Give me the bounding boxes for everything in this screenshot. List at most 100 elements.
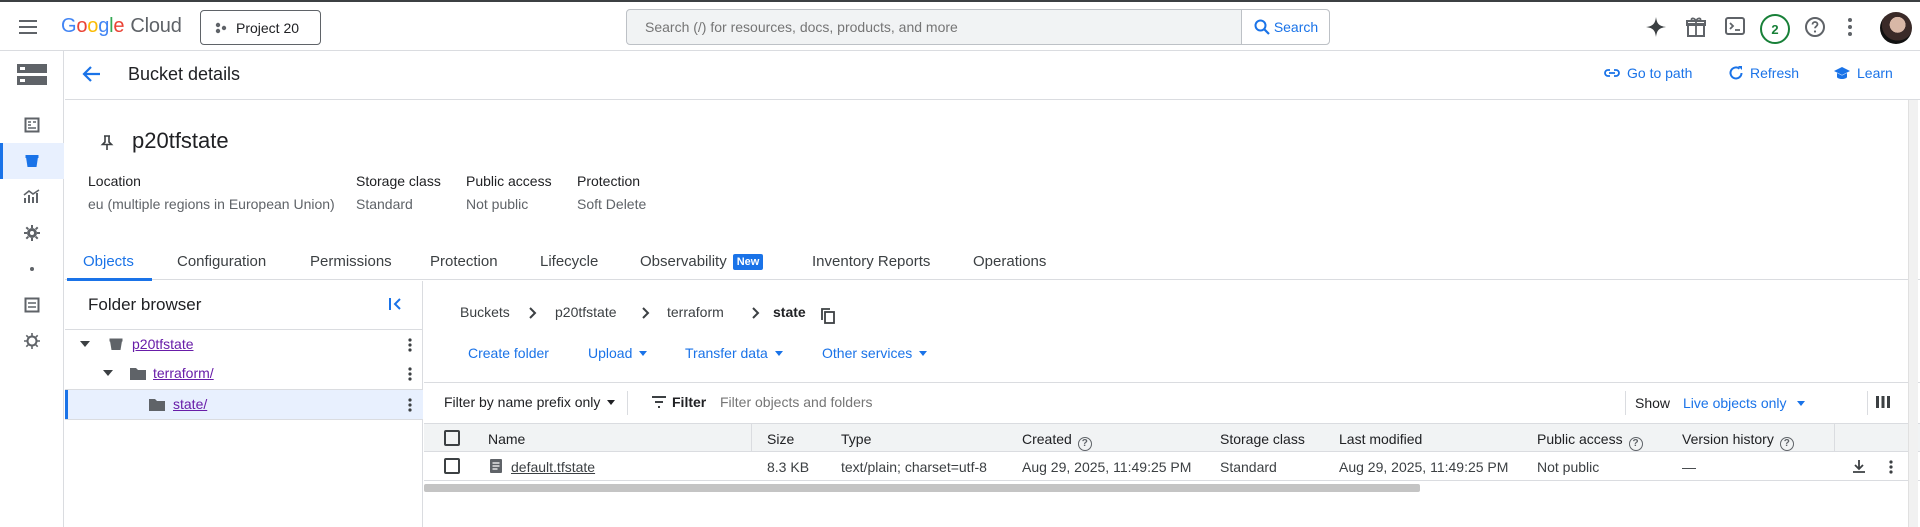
project-icon (214, 21, 228, 35)
horizontal-scrollbar[interactable] (424, 484, 1420, 492)
tab-permissions[interactable]: Permissions (310, 253, 392, 280)
notifications-badge[interactable]: 2 (1760, 14, 1790, 44)
overview-icon[interactable] (0, 107, 64, 143)
breadcrumb-buckets[interactable]: Buckets (460, 304, 510, 320)
search-icon (1253, 18, 1271, 36)
settings-gear-icon[interactable] (0, 215, 64, 251)
help-icon[interactable]: ? (1077, 437, 1092, 451)
cloud-storage-product-icon[interactable] (0, 57, 64, 93)
meta-value-public-access: Not public (466, 196, 529, 212)
buckets-icon[interactable] (0, 143, 64, 179)
tab-observability-label: Observability (640, 253, 727, 270)
meta-value-location: eu (multiple regions in European Union) (88, 196, 335, 212)
project-picker-button[interactable]: Project 20 (200, 10, 321, 45)
col-version-history[interactable]: Version history? (1682, 431, 1794, 451)
inventory-icon[interactable] (0, 287, 64, 323)
download-icon[interactable] (1852, 459, 1866, 473)
create-folder-button[interactable]: Create folder (468, 345, 549, 361)
more-vert-icon[interactable] (407, 337, 413, 353)
release-notes-icon[interactable] (0, 323, 64, 359)
help-icon[interactable]: ? (1628, 437, 1643, 451)
more-vert-icon[interactable] (1846, 15, 1854, 39)
show-select[interactable]: Live objects only (1683, 395, 1805, 411)
copy-icon[interactable] (821, 308, 835, 324)
tab-operations[interactable]: Operations (973, 253, 1046, 280)
chevron-right-icon (529, 307, 537, 319)
tree-link-bucket[interactable]: p20tfstate (132, 336, 194, 352)
tree-item-state[interactable]: state/ (65, 389, 423, 419)
tab-protection[interactable]: Protection (430, 253, 498, 280)
row-checkbox[interactable] (444, 458, 460, 474)
column-display-icon[interactable] (1875, 395, 1891, 409)
col-created[interactable]: Created? (1022, 431, 1092, 451)
go-to-path-button[interactable]: Go to path (1603, 65, 1692, 81)
main-menu-icon[interactable] (16, 15, 40, 39)
back-arrow-icon[interactable] (81, 63, 103, 85)
gift-icon[interactable] (1684, 15, 1708, 39)
table-header: Name Size Type Created? Storage class La… (424, 423, 1920, 452)
other-services-button[interactable]: Other services (822, 345, 928, 361)
upload-button[interactable]: Upload (588, 345, 648, 361)
col-storage-class[interactable]: Storage class (1220, 431, 1305, 447)
refresh-icon (1728, 65, 1744, 81)
tab-configuration[interactable]: Configuration (177, 253, 266, 280)
filter-mode-select[interactable]: Filter by name prefix only (444, 394, 616, 410)
tree-item-bucket[interactable]: p20tfstate (65, 329, 423, 359)
col-type[interactable]: Type (841, 431, 871, 447)
search-button-label: Search (1273, 19, 1319, 35)
filter-input[interactable] (714, 389, 1314, 415)
chevron-right-icon (642, 307, 650, 319)
tree-link-terraform[interactable]: terraform/ (153, 365, 214, 381)
tab-lifecycle[interactable]: Lifecycle (540, 253, 598, 280)
collapse-panel-icon[interactable] (388, 296, 404, 312)
search-button[interactable]: Search (1241, 10, 1329, 44)
filter-mode-label: Filter by name prefix only (444, 394, 601, 410)
select-all-checkbox[interactable] (444, 430, 460, 446)
pin-icon[interactable] (100, 135, 114, 151)
dropdown-caret-icon (1796, 401, 1805, 406)
dropdown-caret-icon (919, 351, 928, 356)
expand-caret-icon[interactable] (80, 341, 90, 347)
tree-link-state[interactable]: state/ (173, 396, 207, 412)
transfer-data-button[interactable]: Transfer data (685, 345, 783, 361)
more-vert-icon[interactable] (407, 366, 413, 382)
tab-observability[interactable]: Observability New (640, 253, 764, 280)
dropdown-caret-icon (774, 351, 783, 356)
col-last-modified[interactable]: Last modified (1339, 431, 1422, 447)
object-name-link[interactable]: default.tfstate (511, 459, 595, 475)
object-public-access: Not public (1537, 459, 1600, 475)
notification-count: 2 (1771, 21, 1779, 37)
bucket-icon (109, 337, 123, 351)
tree-item-terraform[interactable]: terraform/ (65, 359, 423, 389)
google-cloud-logo[interactable]: Google Cloud (61, 15, 182, 38)
more-vert-icon[interactable] (407, 397, 413, 413)
cloud-shell-icon[interactable] (1724, 15, 1746, 37)
vertical-scrollbar[interactable] (1908, 100, 1918, 527)
expand-caret-icon[interactable] (103, 370, 113, 376)
school-icon (1833, 65, 1851, 81)
tab-inventory-reports[interactable]: Inventory Reports (812, 253, 930, 280)
col-size[interactable]: Size (767, 431, 794, 447)
dot-icon[interactable] (0, 251, 64, 287)
learn-button[interactable]: Learn (1833, 65, 1893, 81)
breadcrumb-terraform[interactable]: terraform (667, 304, 724, 320)
col-public-access[interactable]: Public access? (1537, 431, 1643, 451)
object-version-history: — (1682, 459, 1696, 475)
help-icon[interactable]: ? (1779, 437, 1794, 451)
chevron-right-icon (752, 307, 760, 319)
monitoring-icon[interactable] (0, 179, 64, 215)
help-icon[interactable] (1803, 15, 1827, 39)
more-vert-icon[interactable] (1888, 459, 1894, 475)
col-name[interactable]: Name (488, 431, 525, 447)
search-input[interactable] (627, 10, 1242, 44)
refresh-button[interactable]: Refresh (1728, 65, 1799, 81)
avatar[interactable] (1880, 12, 1912, 44)
gemini-sparkle-icon[interactable] (1644, 15, 1668, 39)
tab-objects[interactable]: Objects (67, 253, 152, 281)
go-to-path-label: Go to path (1627, 65, 1693, 81)
search-bar: Search (626, 9, 1330, 45)
page-header: Bucket details Go to path Refresh Learn (65, 51, 1920, 100)
meta-value-storage-class: Standard (356, 196, 413, 212)
link-icon (1603, 66, 1621, 80)
breadcrumb-bucket[interactable]: p20tfstate (555, 304, 617, 320)
